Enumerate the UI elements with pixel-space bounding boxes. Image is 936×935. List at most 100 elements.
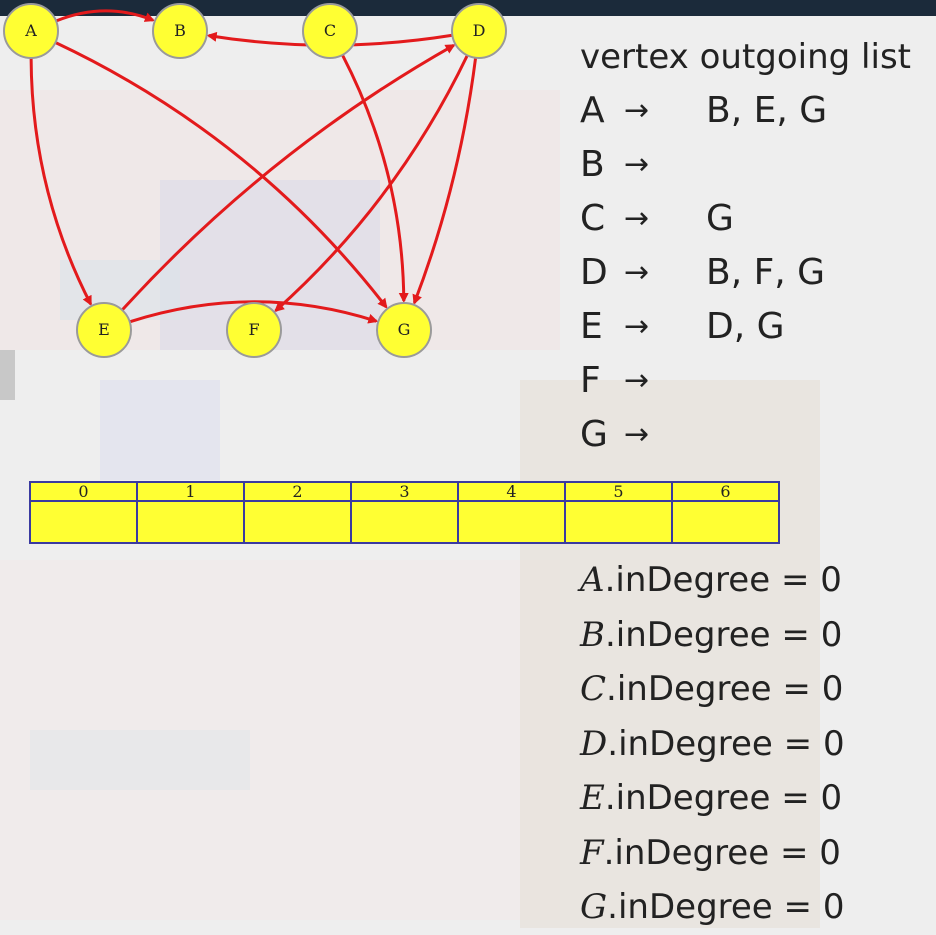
- indegree-value: 0: [820, 560, 842, 600]
- outgoing-vertex: F: [580, 360, 601, 401]
- array-index-row: 0123456: [29, 481, 780, 502]
- indegree-suffix: .inDegree: [604, 778, 771, 818]
- vertex-f: F: [226, 302, 282, 358]
- array-cell: [243, 500, 352, 544]
- indegree-value: 0: [822, 887, 845, 927]
- edge-d-g: [412, 57, 478, 305]
- arrow-symbol: →: [624, 201, 650, 236]
- indegree-row-b: B.inDegree = 0: [580, 608, 845, 663]
- outgoing-row-c: C → G: [580, 192, 911, 246]
- array-index: 2: [243, 481, 352, 502]
- array-cell-row: [29, 500, 780, 544]
- outgoing-targets: D, G: [706, 306, 785, 347]
- equals-sign: =: [779, 832, 809, 873]
- outgoing-vertex: B: [580, 144, 605, 185]
- indegree-value: 0: [820, 778, 843, 818]
- edge-d-f: [274, 54, 469, 313]
- equals-sign: =: [780, 560, 810, 600]
- result-array: 0123456: [29, 481, 780, 544]
- outgoing-row-e: E → D, G: [580, 300, 911, 354]
- indegree-row-f: F.inDegree = 0: [580, 826, 845, 881]
- indegree-suffix: .inDegree: [606, 669, 772, 709]
- indegree-row-d: D.inDegree = 0: [580, 717, 845, 772]
- indegree-row-a: A.inDegree = 0: [580, 553, 845, 608]
- indegree-value: 0: [822, 723, 845, 764]
- directed-graph: A B C D E F G: [3, 3, 507, 358]
- vertex-label: F: [248, 320, 259, 339]
- vertex-label: C: [324, 21, 336, 40]
- vertex-e: E: [76, 302, 132, 358]
- indegree-value: 0: [819, 832, 841, 873]
- indegree-value: 0: [820, 614, 843, 655]
- array-index: 5: [564, 481, 673, 502]
- vertex-label: E: [98, 320, 110, 339]
- indegree-vertex: B: [580, 614, 605, 655]
- indegree-vertex: D: [580, 723, 608, 764]
- vertex-a: A: [3, 3, 59, 59]
- indegree-suffix: .inDegree: [605, 614, 771, 655]
- outgoing-list-header: vertex outgoing list: [580, 37, 911, 77]
- indegree-vertex: E: [580, 778, 605, 818]
- outgoing-targets: B, F, G: [706, 252, 826, 293]
- edge-a-b: [55, 9, 155, 23]
- outgoing-row-b: B →: [580, 138, 911, 192]
- vertex-label: B: [174, 21, 186, 40]
- vertex-b: B: [152, 3, 208, 59]
- outgoing-row-d: D → B, F, G: [580, 246, 911, 300]
- arrow-symbol: →: [624, 417, 650, 452]
- edges: [29, 9, 478, 324]
- equals-sign: =: [781, 778, 810, 818]
- vertex-label: D: [473, 21, 486, 40]
- arrow-symbol: →: [624, 309, 650, 344]
- array-index: 6: [671, 481, 780, 502]
- array-index: 1: [136, 481, 245, 502]
- outgoing-vertex: G: [580, 414, 608, 455]
- array-index: 0: [29, 481, 138, 502]
- outgoing-vertex: A: [580, 90, 605, 131]
- indegree-vertex: G: [580, 887, 608, 927]
- array-cell: [29, 500, 138, 544]
- equals-sign: =: [781, 614, 810, 655]
- indegree-suffix: .inDegree: [607, 723, 773, 764]
- outgoing-row-a: A → B, E, G: [580, 84, 911, 138]
- arrow-symbol: →: [624, 147, 650, 182]
- equals-sign: =: [783, 723, 813, 764]
- arrow-symbol: →: [624, 255, 650, 290]
- edge-a-g: [54, 41, 388, 309]
- indegree-suffix: .inDegree: [607, 887, 773, 927]
- outgoing-list-rows: A → B, E, G B → C → G D → B, F, G E → D, G F → G →: [580, 84, 911, 462]
- outgoing-targets: G: [706, 198, 734, 239]
- indegree-row-c: C.inDegree = 0: [580, 662, 845, 717]
- indegree-value: 0: [821, 669, 844, 709]
- outgoing-vertex: D: [580, 252, 608, 293]
- equals-sign: =: [782, 669, 811, 709]
- indegree-panel: A.inDegree = 0 B.inDegree = 0 C.inDegree =…: [580, 553, 845, 935]
- vertex-d: D: [451, 3, 507, 59]
- outgoing-list-panel: vertex outgoing list A → B, E, G B → C → G D → B, …: [580, 30, 911, 462]
- indegree-suffix: .inDegree: [603, 832, 770, 873]
- vertex-c: C: [302, 3, 358, 59]
- array-cell: [671, 500, 780, 544]
- equals-sign: =: [783, 887, 813, 927]
- array-cell: [136, 500, 245, 544]
- indegree-vertex: A: [580, 560, 605, 600]
- array-cell: [350, 500, 459, 544]
- array-index: 3: [350, 481, 459, 502]
- vertex-label: G: [398, 320, 411, 339]
- array-index: 4: [457, 481, 566, 502]
- indegree-vertex: C: [580, 669, 607, 709]
- outgoing-row-f: F →: [580, 354, 911, 408]
- indegree-vertex: F: [580, 832, 604, 873]
- outgoing-targets: B, E, G: [706, 90, 828, 131]
- outgoing-vertex: C: [580, 198, 606, 239]
- array-cell: [457, 500, 566, 544]
- vertex-label: A: [24, 21, 37, 40]
- indegree-row-e: E.inDegree = 0: [580, 771, 845, 826]
- outgoing-row-g: G →: [580, 408, 911, 462]
- arrow-symbol: →: [624, 93, 650, 128]
- outgoing-vertex: E: [580, 306, 603, 347]
- edge-a-e: [29, 57, 93, 306]
- vertex-g: G: [376, 302, 432, 358]
- arrow-symbol: →: [624, 363, 650, 398]
- indegree-suffix: .inDegree: [604, 560, 771, 600]
